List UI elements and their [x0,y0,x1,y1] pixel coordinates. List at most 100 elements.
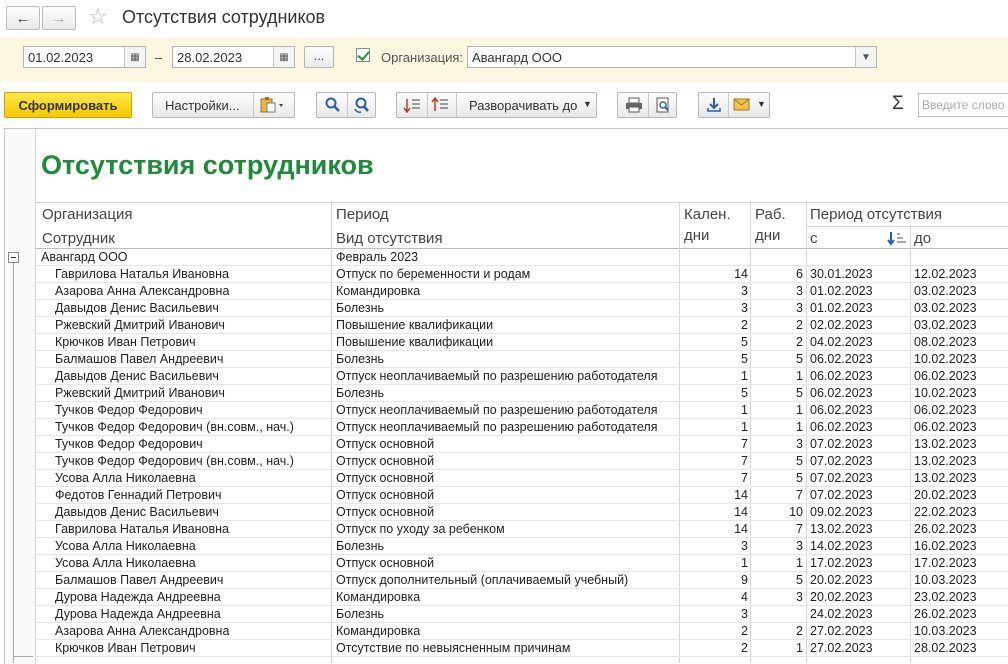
cell-date-to: 06.02.2023 [914,369,977,383]
cell-employee: Усова Алла Николаевна [55,556,196,570]
table-row[interactable]: Тучков Федор Федорович Отпуск неоплачивае… [35,402,1008,419]
table-row[interactable]: Крючков Иван Петрович Отсутствие по невыя… [35,640,1008,657]
calendar-icon[interactable]: ▦ [124,47,145,67]
table-row[interactable]: Азарова Анна Александровна Командировка 2 2… [35,623,1008,640]
organization-field[interactable]: Авангард ООО ▼ [467,46,877,68]
table-row[interactable]: Гаврилова Наталья Ивановна Отпуск по уход… [35,521,1008,538]
calendar-icon[interactable]: ▦ [273,47,294,67]
variant-clipboard-icon[interactable] [259,96,287,117]
cell-calendar-days: 1 [741,403,748,417]
table-row[interactable]: Гаврилова Наталья Ивановна Отпуск по бере… [35,266,1008,283]
search-clear-icon[interactable] [354,97,370,116]
collapse-groups-icon[interactable] [403,97,421,116]
cell-date-to: 10.03.2023 [914,573,977,587]
expand-groups-icon[interactable] [431,96,449,116]
chevron-down-icon[interactable]: ▼ [757,99,766,109]
date-from-field[interactable]: 01.02.2023 ▦ [23,46,146,68]
date-to-field[interactable]: 28.02.2023 ▦ [172,46,295,68]
print-preview-icon[interactable] [655,97,671,116]
table-row[interactable]: Тучков Федор Федорович (вн.совм., нач.) О… [35,453,1008,470]
cell-date-from: 24.02.2023 [810,607,873,621]
cell-date-from: 06.02.2023 [810,369,873,383]
date-to-value: 28.02.2023 [177,50,243,65]
table-row[interactable]: Ржевский Дмитрий Иванович Болезнь 5 5 06.02.… [35,385,1008,402]
table-row[interactable]: Усова Алла Николаевна Отпуск основной 7 5 07… [35,470,1008,487]
header-top-line [35,202,1008,203]
cell-work-days: 6 [796,267,803,281]
arrow-right-icon: → [51,9,67,27]
select-period-button[interactable]: ... [304,46,334,68]
table-row[interactable]: Тучков Федор Федорович Отпуск основной 7 3 0… [35,436,1008,453]
cell-calendar-days: 7 [741,437,748,451]
table-row[interactable]: Балмашов Павел Андреевич Болезнь 5 5 06.02.2… [35,351,1008,368]
cell-calendar-days: 1 [741,556,748,570]
cell-work-days: 5 [796,386,803,400]
print-icon[interactable] [625,97,643,116]
search-placeholder: Введите слово [922,98,1005,112]
header-from[interactable]: с [810,230,818,247]
arrow-left-icon: ← [15,9,31,27]
cell-absence-type: Болезнь [336,386,384,400]
date-separator: – [155,50,163,65]
date-from-value: 01.02.2023 [28,50,94,65]
table-row[interactable]: Балмашов Павел Андреевич Отпуск дополните… [35,572,1008,589]
table-row[interactable]: Дурова Надежда Андреевна Болезнь 3 24.02.20… [35,606,1008,623]
cell-work-days: 1 [796,556,803,570]
cell-employee: Давыдов Денис Васильевич [55,301,219,315]
mail-icon[interactable] [733,98,751,115]
cell-work-days: 3 [796,437,803,451]
back-button[interactable]: ← [6,6,40,30]
save-download-icon[interactable] [706,97,722,116]
expand-to-label[interactable]: Разворачивать до [469,98,577,113]
forward-button[interactable]: → [42,6,76,30]
group-organization: Авангард ООО [41,250,128,264]
sort-ascending-icon[interactable] [887,230,909,249]
header-work-days-2: дни [755,227,781,244]
table-row[interactable]: Давыдов Денис Васильевич Отпуск основной 1… [35,504,1008,521]
table-row[interactable]: Ржевский Дмитрий Иванович Повышение квали… [35,317,1008,334]
favorite-star-icon[interactable]: ☆ [88,4,108,30]
table-row[interactable]: Давыдов Денис Васильевич Болезнь 3 3 01.02.2… [35,300,1008,317]
tree-line-end [13,656,33,657]
cell-absence-type: Повышение квалификации [336,335,494,349]
generate-button[interactable]: Сформировать [4,92,132,118]
cell-employee: Гаврилова Наталья Ивановна [55,522,229,536]
chevron-down-icon[interactable]: ▼ [583,99,592,109]
settings-label: Настройки... [165,97,240,113]
cell-employee: Давыдов Денис Васильевич [55,505,219,519]
cell-calendar-days: 2 [741,318,748,332]
cell-employee: Усова Алла Николаевна [55,539,196,553]
table-row[interactable]: Федотов Геннадий Петрович Отпуск основной… [35,487,1008,504]
table-row[interactable]: Тучков Федор Федорович (вн.совм., нач.) О… [35,419,1008,436]
group-row[interactable]: Авангард ООО Февраль 2023 [35,249,1008,266]
cell-date-to: 26.02.2023 [914,607,977,621]
table-row[interactable]: Дурова Надежда Андреевна Командировка 4 3 20… [35,589,1008,606]
cell-employee: Давыдов Денис Васильевич [55,369,219,383]
cell-absence-type: Командировка [336,284,421,298]
cell-absence-type: Отпуск по беременности и родам [336,267,531,281]
cell-calendar-days: 14 [734,522,748,536]
search-input[interactable]: Введите слово [918,93,1008,117]
table-row[interactable]: Крючков Иван Петрович Повышение квалифика… [35,334,1008,351]
sum-sigma-icon[interactable]: Σ [892,93,904,115]
header-period: Период [336,206,389,223]
table-row[interactable]: Азарова Анна Александровна Командировка 3 3… [35,283,1008,300]
settings-button[interactable]: Настройки... [152,92,295,118]
table-row[interactable]: Усова Алла Николаевна Болезнь 3 3 14.02.2023… [35,538,1008,555]
cell-date-from: 07.02.2023 [810,488,873,502]
cell-employee: Усова Алла Николаевна [55,471,196,485]
cell-calendar-days: 5 [741,352,748,366]
search-icon[interactable] [325,97,341,116]
cell-calendar-days: 3 [741,284,748,298]
cell-date-from: 13.02.2023 [810,522,873,536]
chevron-down-icon[interactable]: ▼ [855,47,876,67]
cell-date-to: 08.02.2023 [914,335,977,349]
cell-absence-type: Болезнь [336,352,384,366]
cell-employee: Тучков Федор Федорович [55,403,203,417]
title-bar: ← → ☆ Отсутствия сотрудников [0,0,1008,38]
table-row[interactable]: Усова Алла Николаевна Отпуск основной 1 1 17… [35,555,1008,572]
collapse-group-icon[interactable] [8,252,19,263]
organization-checkbox[interactable] [356,48,370,62]
cell-employee: Гаврилова Наталья Ивановна [55,267,229,281]
table-row[interactable]: Давыдов Денис Васильевич Отпуск неоплачив… [35,368,1008,385]
